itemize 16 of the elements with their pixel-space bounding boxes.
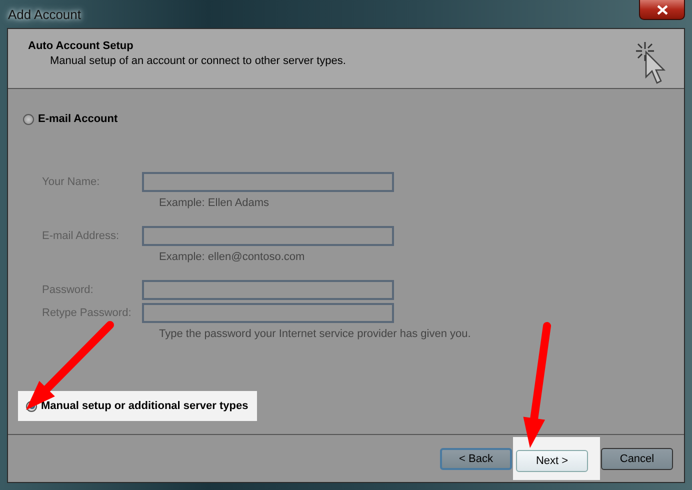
field-label: Retype Password: <box>42 307 132 319</box>
field-hint: Example: Ellen Adams <box>158 197 270 209</box>
close-icon <box>656 4 668 14</box>
dialog-button[interactable]: < Back <box>440 448 512 470</box>
dialog-button[interactable]: Next > <box>516 450 588 472</box>
close-button[interactable] <box>639 0 685 20</box>
dialog-button[interactable]: Cancel <box>601 448 673 470</box>
window-title: Add Account <box>8 6 81 22</box>
field-hint: Type the password your Internet service provider has given you. <box>158 328 472 340</box>
header-title: Auto Account Setup <box>28 40 134 52</box>
field-label: Password: <box>42 284 94 296</box>
header-subtitle: Manual setup of an account or connect to other server types. <box>49 55 346 67</box>
field-label: E-mail Address: <box>42 230 120 242</box>
field-hint: Example: ellen@contoso.com <box>158 251 306 263</box>
field-label: Your Name: <box>42 176 101 188</box>
email-account-radio[interactable]: E-mail Account <box>23 113 684 125</box>
